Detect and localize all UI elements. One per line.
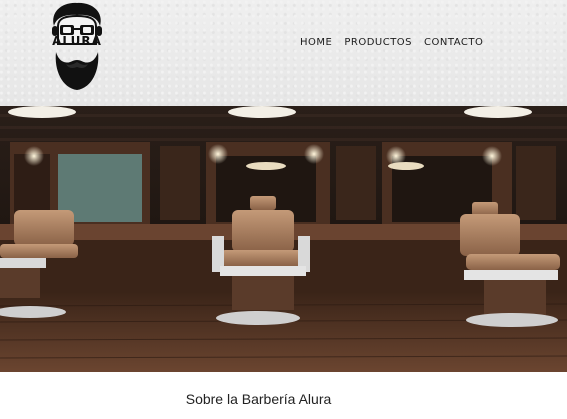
nav-contacto-link[interactable]: CONTACTO: [424, 37, 483, 48]
nav-home-link[interactable]: HOME: [300, 37, 332, 48]
about-section-title: Sobre la Barbería Alura: [0, 391, 567, 407]
site-header: ALURA HOME PRODUCTOS CONTACTO: [0, 0, 567, 106]
about-title-text: Sobre la Barbería Alura: [185, 391, 332, 407]
barbershop-banner-image: [0, 106, 567, 372]
logo-wordmark: ALURA: [52, 34, 102, 48]
nav-productos-link[interactable]: PRODUCTOS: [344, 37, 412, 48]
hero-banner: [0, 106, 567, 372]
main-nav: HOME PRODUCTOS CONTACTO: [300, 37, 483, 48]
